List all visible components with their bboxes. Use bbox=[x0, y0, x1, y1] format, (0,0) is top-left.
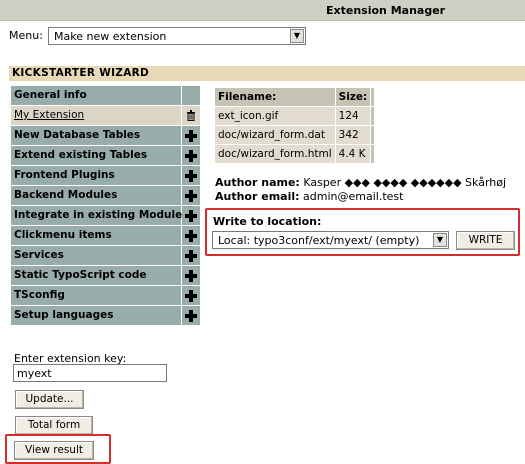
total-form-button[interactable]: Total form bbox=[15, 416, 93, 435]
sidebar-item-clickmenu-items[interactable]: Clickmenu items bbox=[11, 226, 200, 245]
extension-key-input[interactable]: myext bbox=[13, 364, 167, 382]
view-result-button[interactable]: View result bbox=[14, 441, 94, 460]
plus-icon[interactable] bbox=[182, 286, 200, 305]
size-cell: 124 bbox=[335, 107, 371, 125]
filename-cell: doc/wizard_form.html bbox=[215, 145, 335, 163]
sidebar-item-services[interactable]: Services bbox=[11, 246, 200, 265]
sidebar-item-label[interactable]: Integrate in existing Modules bbox=[11, 206, 188, 225]
author-email-value: admin@email.test bbox=[303, 190, 404, 203]
sidebar-item-my-extension[interactable]: My Extension bbox=[11, 106, 200, 125]
sidebar-item-label[interactable]: General info bbox=[11, 86, 181, 105]
table-row: ext_icon.gif 124 bbox=[215, 107, 375, 125]
column-separator bbox=[371, 145, 375, 163]
sidebar-item-backend-modules[interactable]: Backend Modules bbox=[11, 186, 200, 205]
table-header-row: Filename: Size: bbox=[215, 88, 375, 106]
sidebar-item-frontend-plugins[interactable]: Frontend Plugins bbox=[11, 166, 200, 185]
author-email-line: Author email: admin@email.test bbox=[215, 190, 403, 203]
plus-icon[interactable] bbox=[182, 126, 200, 145]
filename-cell: ext_icon.gif bbox=[215, 107, 335, 125]
sidebar: General info My Extension New Database T… bbox=[11, 86, 200, 326]
wizard-header: KICKSTARTER WIZARD bbox=[9, 66, 525, 81]
sidebar-item-integrate-modules[interactable]: Integrate in existing Modules bbox=[11, 206, 200, 225]
author-email-label: Author email: bbox=[215, 190, 300, 203]
table-row: doc/wizard_form.html 4.4 K bbox=[215, 145, 375, 163]
column-separator bbox=[371, 107, 375, 125]
size-cell: 342 bbox=[335, 126, 371, 144]
sidebar-item-label[interactable]: Backend Modules bbox=[11, 186, 181, 205]
menu-select[interactable]: Make new extension ▼ bbox=[48, 27, 306, 45]
column-header: Size: bbox=[335, 88, 371, 106]
column-separator bbox=[371, 88, 375, 106]
sidebar-item-label[interactable]: Setup languages bbox=[11, 306, 181, 325]
plus-icon[interactable] bbox=[182, 246, 200, 265]
sidebar-item-label[interactable]: Clickmenu items bbox=[11, 226, 181, 245]
menu-label: Menu: bbox=[9, 29, 43, 42]
sidebar-item-label[interactable]: My Extension bbox=[14, 109, 84, 121]
trash-icon[interactable] bbox=[182, 106, 200, 125]
plus-icon[interactable] bbox=[182, 266, 200, 285]
sidebar-item-setup-languages[interactable]: Setup languages bbox=[11, 306, 200, 325]
table-row: doc/wizard_form.dat 342 bbox=[215, 126, 375, 144]
sidebar-item-static-typoscript[interactable]: Static TypoScript code bbox=[11, 266, 200, 285]
write-location-select[interactable]: Local: typo3conf/ext/myext/ (empty) ▼ bbox=[212, 231, 449, 249]
empty-icon-cell bbox=[182, 86, 200, 105]
write-button[interactable]: WRITE bbox=[456, 231, 515, 250]
plus-icon[interactable] bbox=[182, 166, 200, 185]
author-name-label: Author name: bbox=[215, 176, 300, 189]
top-bar: Extension Manager bbox=[0, 0, 525, 21]
plus-icon[interactable] bbox=[182, 146, 200, 165]
files-table: Filename: Size: ext_icon.gif 124 doc/wiz… bbox=[214, 87, 375, 164]
sidebar-item-extend-existing-tables[interactable]: Extend existing Tables bbox=[11, 146, 200, 165]
sidebar-item-new-database-tables[interactable]: New Database Tables bbox=[11, 126, 200, 145]
write-location-label: Write to location: bbox=[213, 215, 322, 228]
sidebar-item-label[interactable]: Frontend Plugins bbox=[11, 166, 181, 185]
page-title: Extension Manager bbox=[326, 4, 446, 17]
size-cell: 4.4 K bbox=[335, 145, 371, 163]
plus-icon[interactable] bbox=[182, 306, 200, 325]
sidebar-item-active[interactable]: My Extension bbox=[11, 106, 181, 125]
sidebar-item-label[interactable]: New Database Tables bbox=[11, 126, 181, 145]
extension-key-value: myext bbox=[17, 367, 52, 380]
sidebar-item-tsconfig[interactable]: TSconfig bbox=[11, 286, 200, 305]
column-separator bbox=[371, 126, 375, 144]
sidebar-item-general-info[interactable]: General info bbox=[11, 86, 200, 105]
author-name-value: Kasper ◆◆◆ ◆◆◆◆ ◆◆◆◆◆◆ Skårhøj bbox=[303, 176, 507, 189]
sidebar-item-label[interactable]: Extend existing Tables bbox=[11, 146, 181, 165]
sidebar-item-label[interactable]: TSconfig bbox=[11, 286, 181, 305]
sidebar-item-label[interactable]: Static TypoScript code bbox=[11, 266, 181, 285]
wizard-title: KICKSTARTER WIZARD bbox=[12, 67, 150, 79]
column-header: Filename: bbox=[215, 88, 335, 106]
menu-select-value: Make new extension bbox=[54, 30, 167, 43]
author-name-line: Author name: Kasper ◆◆◆ ◆◆◆◆ ◆◆◆◆◆◆ Skår… bbox=[215, 176, 506, 189]
update-button[interactable]: Update... bbox=[15, 390, 84, 409]
filename-cell: doc/wizard_form.dat bbox=[215, 126, 335, 144]
chevron-down-icon[interactable]: ▼ bbox=[433, 233, 447, 247]
plus-icon[interactable] bbox=[182, 226, 200, 245]
chevron-down-icon[interactable]: ▼ bbox=[290, 29, 304, 43]
sidebar-item-label[interactable]: Services bbox=[11, 246, 181, 265]
write-location-value: Local: typo3conf/ext/myext/ (empty) bbox=[218, 234, 420, 247]
plus-icon[interactable] bbox=[182, 206, 200, 225]
plus-icon[interactable] bbox=[182, 186, 200, 205]
